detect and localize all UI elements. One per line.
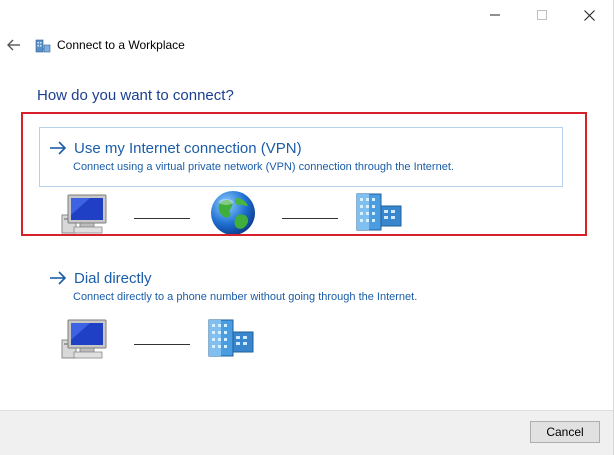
close-button[interactable] — [566, 0, 612, 30]
cancel-button[interactable]: Cancel — [530, 421, 600, 443]
right-arrow-icon — [50, 271, 67, 285]
option-dial-description: Connect directly to a phone number witho… — [73, 291, 418, 303]
connection-line — [282, 218, 338, 219]
footer-bar — [0, 410, 613, 455]
option-vpn[interactable]: Use my Internet connection (VPN) Connect… — [39, 127, 563, 187]
back-arrow-icon — [7, 39, 20, 51]
globe-icon — [211, 191, 255, 235]
option-dial-directly[interactable]: Dial directly Connect directly to a phon… — [39, 257, 563, 309]
option-vpn-description: Connect using a virtual private network … — [73, 161, 454, 173]
computer-icon — [61, 194, 107, 234]
right-arrow-icon — [50, 141, 67, 155]
building-icon — [208, 319, 254, 357]
maximize-button[interactable] — [519, 0, 565, 30]
page-heading: How do you want to connect? — [37, 87, 234, 104]
close-icon — [583, 9, 595, 21]
wizard-window: Connect to a Workplace How do you want t… — [0, 0, 614, 455]
building-icon — [356, 193, 402, 231]
minimize-icon — [490, 14, 500, 16]
connection-line — [134, 344, 190, 345]
workplace-network-icon — [35, 39, 51, 53]
option-vpn-title: Use my Internet connection (VPN) — [74, 139, 302, 157]
computer-icon — [61, 319, 107, 359]
option-dial-title: Dial directly — [74, 269, 152, 287]
connection-line — [134, 218, 190, 219]
window-title: Connect to a Workplace — [57, 38, 185, 52]
maximize-icon — [537, 10, 547, 20]
back-button[interactable] — [4, 36, 24, 54]
minimize-button[interactable] — [472, 0, 518, 30]
